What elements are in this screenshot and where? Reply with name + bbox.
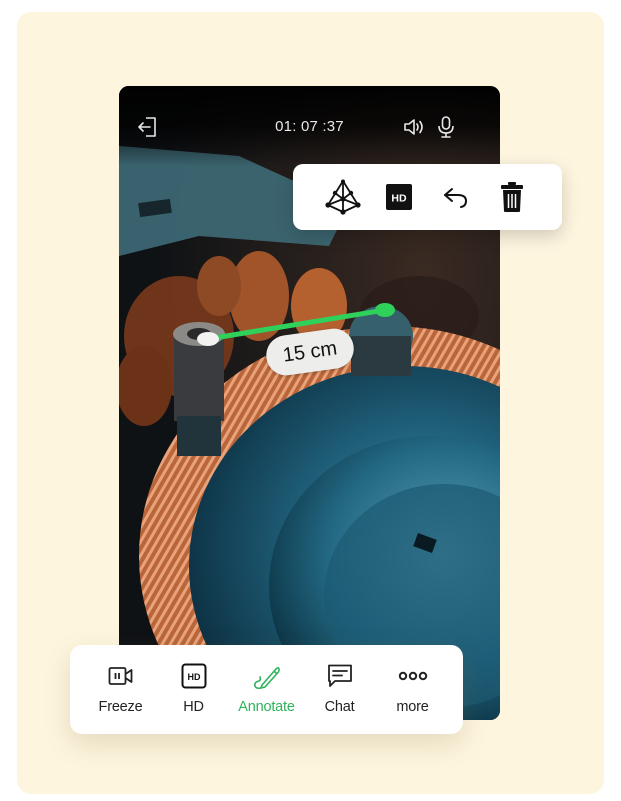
trash-icon (500, 182, 523, 212)
more-icon (398, 671, 427, 681)
speaker-icon (404, 119, 423, 135)
hd-toggle-button[interactable]: HD (379, 177, 419, 217)
freeze-video-icon (108, 667, 132, 685)
annotate-button[interactable]: Annotate (230, 645, 303, 734)
freeze-button[interactable]: Freeze (84, 645, 157, 734)
chat-button[interactable]: Chat (303, 645, 376, 734)
pen-icon (253, 666, 280, 690)
annotate-label: Annotate (238, 699, 295, 715)
speaker-button[interactable] (402, 115, 426, 139)
bottom-toolbar: Freeze HD HD Annotate Chat more (70, 645, 463, 734)
3d-ar-icon (325, 179, 361, 215)
hd-icon: HD (386, 184, 413, 210)
freeze-label: Freeze (98, 699, 143, 715)
hd-button[interactable]: HD HD (157, 645, 230, 734)
svg-text:HD: HD (392, 193, 408, 205)
hd-label: HD (183, 699, 204, 715)
chat-label: Chat (324, 699, 355, 715)
chat-icon (327, 664, 352, 687)
annotation-tool-popup: HD (293, 164, 562, 230)
hd-icon: HD (181, 663, 206, 689)
more-label: more (396, 699, 429, 715)
undo-button[interactable] (436, 177, 476, 217)
more-button[interactable]: more (376, 645, 449, 734)
call-top-bar: 01: 07 :37 (119, 86, 500, 166)
ar-3d-button[interactable] (323, 177, 363, 217)
microphone-button[interactable] (435, 115, 457, 139)
svg-text:HD: HD (187, 672, 200, 682)
delete-button[interactable] (492, 177, 532, 217)
microphone-icon (438, 116, 454, 138)
undo-icon (443, 188, 467, 208)
